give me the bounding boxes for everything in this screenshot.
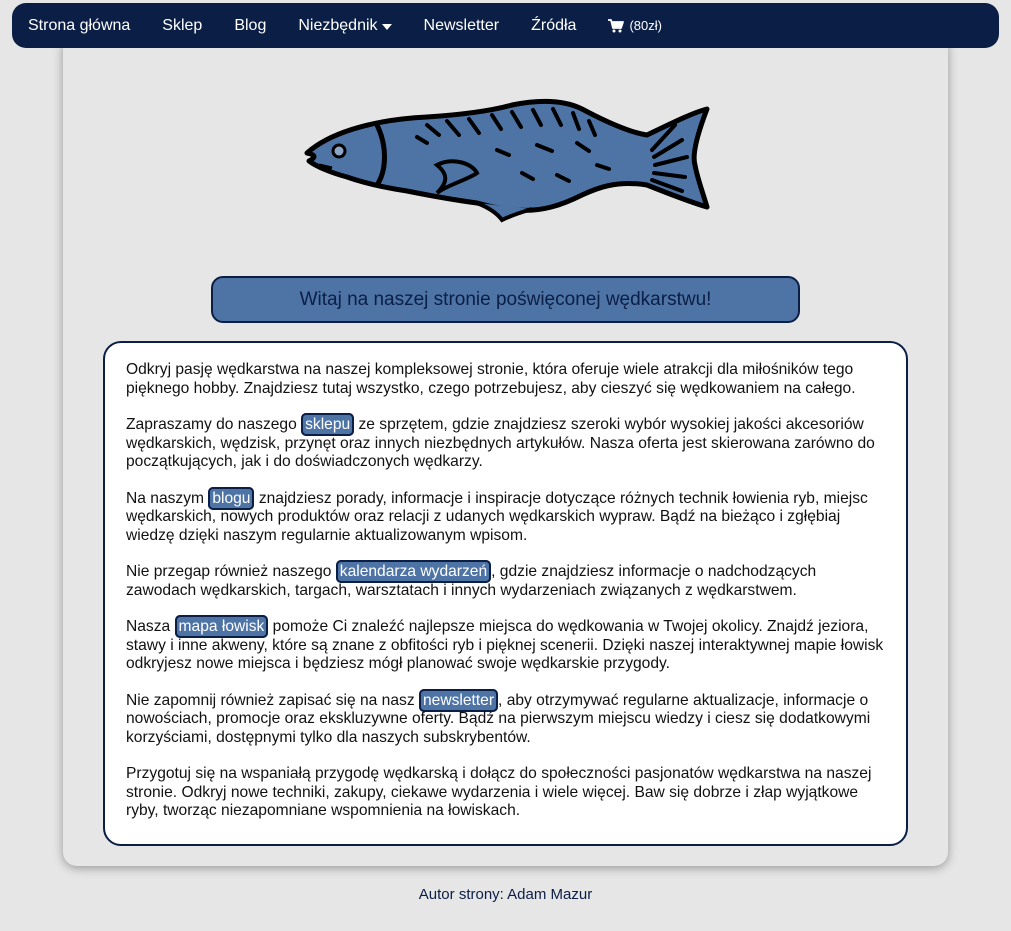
map-text-before: Nasza bbox=[126, 618, 175, 635]
top-navbar: Strona główna Sklep Blog Niezbędnik News… bbox=[12, 3, 999, 48]
footer-author: Autor strony: Adam Mazur bbox=[418, 886, 593, 903]
cart-total: (80zł) bbox=[629, 18, 662, 33]
outro-paragraph: Przygotuj się na wspaniałą przygodę wędk… bbox=[126, 765, 872, 819]
welcome-title: Witaj na naszej stronie poświęconej wędk… bbox=[299, 288, 712, 310]
nav-shop[interactable]: Sklep bbox=[162, 17, 202, 35]
calendar-paragraph: Nie przegap również naszego kalendarza w… bbox=[126, 560, 886, 600]
newsletter-paragraph: Nie zapomnij również zapisać się na nasz… bbox=[126, 688, 886, 748]
caret-down-icon bbox=[381, 23, 392, 30]
nav-newsletter[interactable]: Newsletter bbox=[424, 17, 500, 35]
blog-paragraph: Na naszym blogu znajdziesz porady, infor… bbox=[126, 486, 886, 546]
nav-sources[interactable]: Źródła bbox=[531, 17, 576, 35]
newsletter-text-before: Nie zapomnij również zapisać się na nasz bbox=[126, 691, 419, 709]
nav-blog[interactable]: Blog bbox=[234, 17, 266, 35]
nav-home[interactable]: Strona główna bbox=[28, 17, 130, 35]
map-paragraph: Nasza mapa łowisk pomoże Ci znaleźć najl… bbox=[126, 615, 886, 674]
blog-text-before: Na naszym bbox=[126, 489, 209, 507]
welcome-banner: Witaj na naszej stronie poświęconej wędk… bbox=[211, 276, 800, 323]
calendar-link[interactable]: kalendarza wydarzeń bbox=[335, 560, 492, 583]
content-box: Odkryj pasję wędkarstwa na naszej komple… bbox=[103, 341, 908, 846]
nav-essentials-dropdown[interactable]: Niezbędnik bbox=[298, 16, 392, 35]
nav-cart[interactable]: (80zł) bbox=[608, 18, 662, 33]
blog-link[interactable]: blogu bbox=[208, 486, 255, 510]
calendar-text-before: Nie przegap również naszego bbox=[126, 563, 336, 580]
intro-paragraph: Odkryj pasję wędkarstwa na naszej komple… bbox=[126, 361, 856, 397]
fish-icon bbox=[304, 98, 710, 223]
fish-logo bbox=[297, 95, 717, 225]
shop-link[interactable]: sklepu bbox=[301, 413, 355, 436]
shop-paragraph: Zapraszamy do naszego sklepu ze sprzętem… bbox=[126, 413, 886, 472]
newsletter-link[interactable]: newsletter bbox=[418, 688, 499, 712]
nav-essentials-label: Niezbędnik bbox=[298, 16, 378, 34]
shop-text-before: Zapraszamy do naszego bbox=[126, 416, 302, 433]
cart-icon bbox=[608, 18, 625, 32]
map-link[interactable]: mapa łowisk bbox=[174, 615, 269, 638]
